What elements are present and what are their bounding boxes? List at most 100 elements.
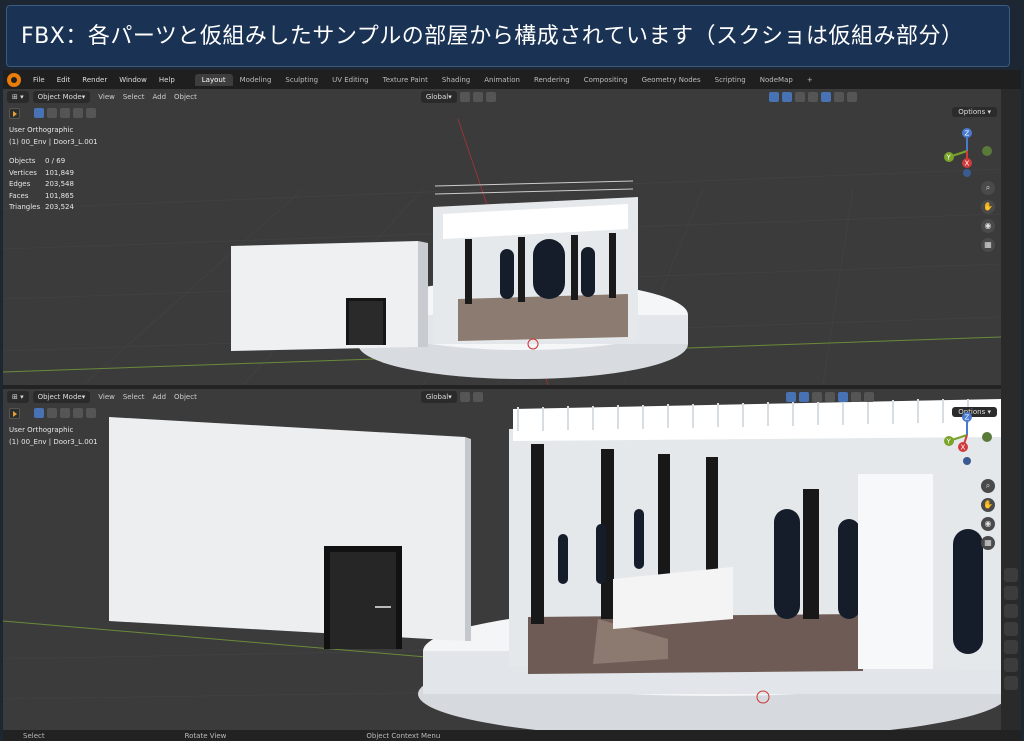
select-menu[interactable]: Select (123, 93, 145, 101)
top-menu-bar: File Edit Render Window Help Layout Mode… (3, 70, 1021, 89)
grid-bottom-icon[interactable]: ▦ (981, 536, 995, 550)
tab-rendering[interactable]: Rendering (527, 74, 577, 86)
status-rotate: Rotate View (184, 731, 227, 740)
add-menu-bottom[interactable]: Add (152, 393, 166, 401)
scene-render-bottom (3, 399, 1001, 730)
mode-select[interactable]: Object Mode ▾ (32, 91, 91, 103)
menu-render[interactable]: Render (76, 76, 113, 84)
pivot-bottom-icon[interactable] (459, 392, 470, 402)
gizmo-neg-z-bottom-icon[interactable] (963, 457, 971, 465)
view-menu[interactable]: View (98, 93, 115, 101)
editor-type-button[interactable]: ⊞ ▾ (7, 91, 29, 103)
orientation-select-bottom[interactable]: Global ▾ (420, 391, 457, 403)
select-intersect-bottom-icon[interactable] (86, 408, 96, 418)
camera-icon[interactable]: ◉ (981, 219, 995, 233)
shading-render-bottom-icon[interactable] (863, 392, 874, 402)
add-menu[interactable]: Add (152, 93, 166, 101)
select-invert-icon[interactable] (73, 108, 83, 118)
stat-objects: Objects 0 / 69 (9, 157, 66, 165)
menu-window[interactable]: Window (113, 76, 153, 84)
tab-modeling[interactable]: Modeling (233, 74, 279, 86)
tab-nodemap[interactable]: NodeMap (753, 74, 800, 86)
select-subtract-icon[interactable] (60, 108, 70, 118)
svg-text:Y: Y (946, 438, 952, 446)
object-menu[interactable]: Object (174, 93, 197, 101)
gizmo-neg-y-bottom-icon[interactable] (982, 432, 992, 442)
viewport-bottom-nav-tools: ⌕ ✋ ◉ ▦ (981, 479, 995, 555)
object-properties-icon[interactable] (1004, 676, 1018, 690)
tab-layout[interactable]: Layout (194, 73, 233, 86)
tab-uv-editing[interactable]: UV Editing (325, 74, 376, 86)
viewport-top-header: ⊞ ▾ Object Mode ▾ View Select Add Object… (3, 89, 1001, 105)
shading-render-icon[interactable] (846, 92, 857, 102)
render-properties-icon[interactable] (1004, 586, 1018, 600)
select-extend-icon[interactable] (47, 108, 57, 118)
status-select: Select (23, 731, 45, 740)
shading-material-bottom-icon[interactable] (850, 392, 861, 402)
zoom-bottom-icon[interactable]: ⌕ (981, 479, 995, 493)
xray-bottom-icon[interactable] (811, 392, 822, 402)
ceiling-bottom (513, 399, 1001, 441)
camera-bottom-icon[interactable]: ◉ (981, 517, 995, 531)
select-invert-bottom-icon[interactable] (73, 408, 83, 418)
snap-icon[interactable] (472, 92, 483, 102)
tab-shading[interactable]: Shading (435, 74, 477, 86)
gizmo-neg-y-icon[interactable] (982, 146, 992, 156)
overlay-icon[interactable] (768, 92, 779, 102)
menu-file[interactable]: File (27, 76, 51, 84)
menu-help[interactable]: Help (153, 76, 181, 84)
tab-sculpting[interactable]: Sculpting (278, 74, 325, 86)
scene-render-top (3, 118, 1001, 385)
gizmo-bottom-icon[interactable] (798, 392, 809, 402)
select-intersect-icon[interactable] (86, 108, 96, 118)
menu-edit[interactable]: Edit (51, 76, 77, 84)
viewport-bottom[interactable]: ⊞ ▾ Object Mode ▾ View Select Add Object… (3, 389, 1001, 730)
shading-solid-icon[interactable] (820, 92, 831, 102)
object-menu-bottom[interactable]: Object (174, 393, 197, 401)
play-bottom-icon[interactable] (9, 407, 20, 419)
shading-solid-bottom-icon[interactable] (837, 392, 848, 402)
viewport-top[interactable]: ⊞ ▾ Object Mode ▾ View Select Add Object… (3, 89, 1001, 385)
hand-bottom-icon[interactable]: ✋ (981, 498, 995, 512)
shading-material-icon[interactable] (833, 92, 844, 102)
tab-scripting[interactable]: Scripting (708, 74, 753, 86)
collection-properties-icon[interactable] (1004, 658, 1018, 672)
hand-icon[interactable]: ✋ (981, 200, 995, 214)
proportional-icon[interactable] (485, 92, 496, 102)
output-properties-icon[interactable] (1004, 604, 1018, 618)
nav-gizmo-top[interactable]: Z Y X (941, 125, 997, 181)
tab-geometry-nodes[interactable]: Geometry Nodes (635, 74, 708, 86)
blender-logo-icon[interactable] (7, 72, 21, 87)
tab-texture-paint[interactable]: Texture Paint (376, 74, 435, 86)
nav-gizmo-bottom[interactable]: Z Y X (941, 409, 997, 469)
stat-faces: Faces 101,865 (9, 191, 74, 200)
shading-wire-icon[interactable] (807, 92, 818, 102)
grid-icon[interactable]: ▦ (981, 238, 995, 252)
mode-select-bottom[interactable]: Object Mode ▾ (32, 391, 91, 403)
world-properties-icon[interactable] (1004, 640, 1018, 654)
select-subtract-bottom-icon[interactable] (60, 408, 70, 418)
play-icon[interactable] (9, 107, 20, 119)
stat-triangles: Triangles 203,524 (9, 203, 74, 211)
pivot-icon[interactable] (459, 92, 470, 102)
select-box-bottom-icon[interactable] (34, 408, 44, 418)
add-workspace-button[interactable]: + (800, 74, 820, 86)
xray-icon[interactable] (794, 92, 805, 102)
shading-wire-bottom-icon[interactable] (824, 392, 835, 402)
tab-compositing[interactable]: Compositing (577, 74, 635, 86)
tab-animation[interactable]: Animation (477, 74, 527, 86)
editor-type-button-bottom[interactable]: ⊞ ▾ (7, 391, 29, 403)
zoom-icon[interactable]: ⌕ (981, 181, 995, 195)
select-menu-bottom[interactable]: Select (123, 393, 145, 401)
options-button[interactable]: Options ▾ (952, 107, 997, 117)
gizmo-neg-z-icon[interactable] (963, 169, 971, 177)
gizmo-icon[interactable] (781, 92, 792, 102)
select-box-icon[interactable] (34, 108, 44, 118)
view-menu-bottom[interactable]: View (98, 393, 115, 401)
tool-tweak-icon[interactable] (1004, 568, 1018, 582)
scene-properties-icon[interactable] (1004, 622, 1018, 636)
select-extend-bottom-icon[interactable] (47, 408, 57, 418)
snap-bottom-icon[interactable] (472, 392, 483, 402)
orientation-select[interactable]: Global ▾ (420, 91, 457, 103)
overlay-bottom-icon[interactable] (785, 392, 796, 402)
